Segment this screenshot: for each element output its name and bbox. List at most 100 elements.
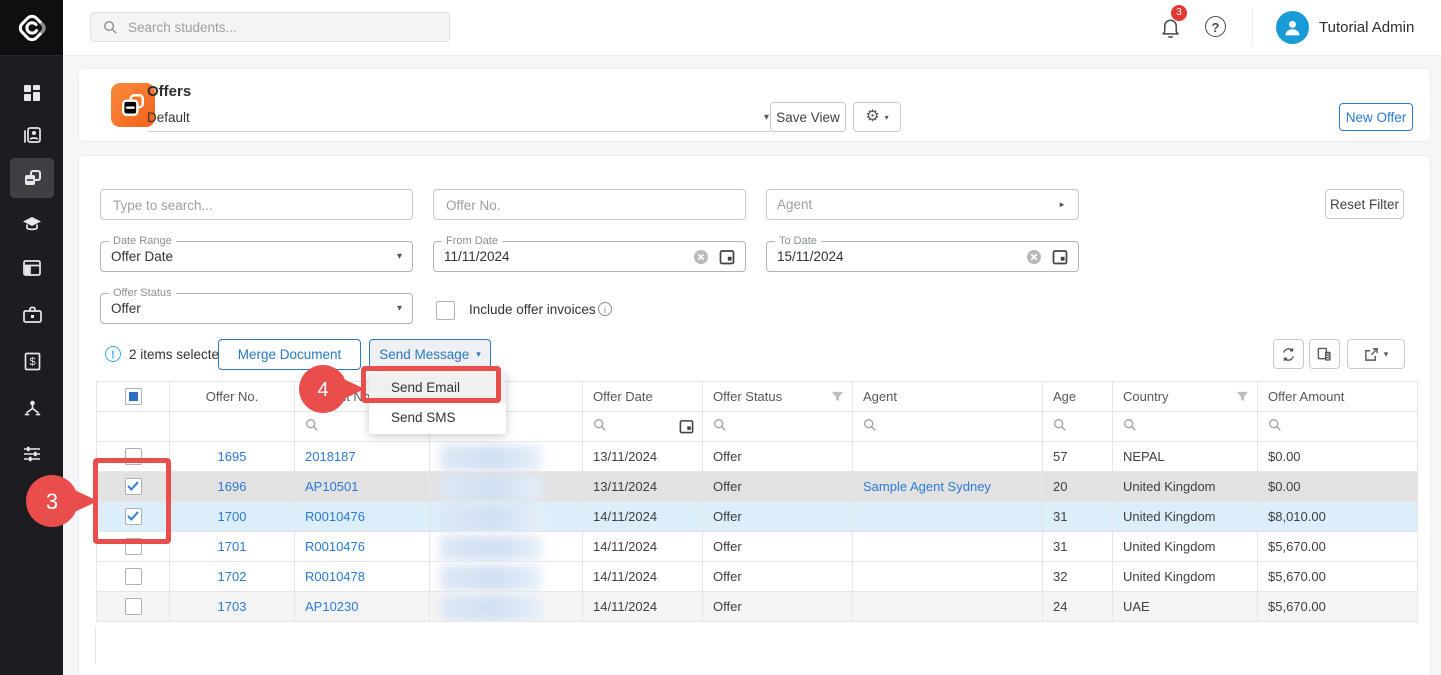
cell-age: 20 [1043,472,1113,502]
cell-age: 24 [1043,592,1113,622]
table-row[interactable]: 1702R001047814/11/2024Offer32United King… [97,562,1418,592]
cell-name [430,442,583,472]
date-range-select[interactable]: Date Range Offer Date ▾ [100,241,413,272]
row-checkbox[interactable] [125,598,142,615]
search-icon [863,418,877,432]
new-offer-button[interactable]: New Offer [1339,103,1413,131]
svg-text:3: 3 [46,489,58,514]
table-row[interactable]: 1703AP1023014/11/2024Offer24UAE$5,670.00 [97,592,1418,622]
col-header-select[interactable] [97,382,170,412]
export-button[interactable]: ▾ [1347,339,1405,369]
blurred-name [440,445,542,471]
student-search[interactable] [90,12,450,42]
student_no-link[interactable]: R0010476 [305,509,365,524]
clear-icon[interactable] [1026,249,1042,270]
filter-cell-select[interactable] [97,412,170,442]
student_no-link[interactable]: AP10230 [305,599,359,614]
network-icon [23,399,42,417]
offer-status-select[interactable]: Offer Status Offer ▾ [100,293,413,324]
offer_no-link[interactable]: 1700 [218,509,247,524]
offer_no-link[interactable]: 1695 [218,449,247,464]
cell-offer_status: Offer [703,532,853,562]
offer-no-field[interactable] [433,189,746,220]
save-view-button[interactable]: Save View [770,102,846,132]
reset-filter-button[interactable]: Reset Filter [1325,189,1404,219]
annotation-rect-checkboxes [93,458,171,544]
chevron-down-icon: ▾ [764,104,769,131]
filter-cell-offer_amount[interactable] [1258,412,1418,442]
offer_no-link[interactable]: 1703 [218,599,247,614]
offer_no-link[interactable]: 1701 [218,539,247,554]
sidebar-item-services[interactable] [10,294,54,334]
sidebar-item-education[interactable] [10,204,54,244]
student_no-link[interactable]: AP10501 [305,479,359,494]
col-header-offer_no[interactable]: Offer No. [170,382,295,412]
help-button[interactable]: ? [1205,16,1226,37]
row-checkbox[interactable] [125,568,142,585]
calendar-icon[interactable] [679,419,694,434]
sidebar-item-offers[interactable] [10,158,54,198]
sidebar-item-dashboard[interactable] [10,73,54,113]
select-all-checkbox[interactable] [125,388,142,405]
table-row[interactable]: 1701R001047614/11/2024Offer31United King… [97,532,1418,562]
to-date-field[interactable]: To Date 15/11/2024 [766,241,1079,272]
col-header-agent[interactable]: Agent [853,382,1043,412]
refresh-button[interactable] [1273,339,1304,369]
app-logo-icon[interactable] [0,0,63,56]
offer_no-link[interactable]: 1702 [218,569,247,584]
calendar-icon[interactable] [1052,249,1068,270]
view-selector-value: Default [147,110,190,125]
col-header-offer_status[interactable]: Offer Status [703,382,853,412]
sidebar-item-invoices[interactable]: $ [10,341,54,381]
filter-cell-offer_date[interactable] [583,412,703,442]
student_no-link[interactable]: 2018187 [305,449,356,464]
quick-search-input[interactable] [111,191,401,220]
column-chooser-button[interactable] [1309,339,1340,369]
sidebar-item-layout[interactable] [10,248,54,288]
offer-no-input[interactable] [444,191,734,220]
cell-student_no: R0010476 [295,502,430,532]
sidebar-item-preferences[interactable] [10,434,54,474]
chevron-down-icon: ▾ [476,349,481,360]
sidebar-item-network[interactable] [10,388,54,428]
cell-offer_no: 1696 [170,472,295,502]
search-icon [593,418,607,432]
info-icon: i [598,302,612,316]
filter-cell-age[interactable] [1043,412,1113,442]
include-invoices-checkbox[interactable] [436,301,455,320]
col-header-country[interactable]: Country [1113,382,1258,412]
quick-search-field[interactable] [100,189,413,220]
agent-link[interactable]: Sample Agent Sydney [863,479,991,494]
col-header-offer_date[interactable]: Offer Date [583,382,703,412]
filter-cell-agent[interactable] [853,412,1043,442]
filter-funnel-icon[interactable] [831,390,844,403]
filter-cell-country[interactable] [1113,412,1258,442]
table-row[interactable]: 1700R001047614/11/2024Offer31United King… [97,502,1418,532]
menu-item-send-sms[interactable]: Send SMS [369,403,506,433]
view-settings-button[interactable]: ⚙ ▾ [853,102,901,132]
filter-cell-offer_no[interactable] [170,412,295,442]
cell-country: UAE [1113,592,1258,622]
sliders-icon [23,445,41,463]
user-name[interactable]: Tutorial Admin [1319,19,1414,36]
filter-funnel-icon[interactable] [1236,390,1249,403]
col-header-offer_amount[interactable]: Offer Amount [1258,382,1418,412]
sidebar-item-contacts[interactable] [10,115,54,155]
svg-text:4: 4 [317,379,328,401]
view-selector[interactable]: Default ▾ [147,104,771,132]
table-left-border [95,627,96,664]
col-header-age[interactable]: Age [1043,382,1113,412]
from-date-field[interactable]: From Date 11/11/2024 [433,241,746,272]
avatar[interactable] [1276,11,1309,44]
clear-icon[interactable] [693,249,709,270]
cell-name [430,502,583,532]
table-row[interactable]: 1695201818713/11/2024Offer57NEPAL$0.00 [97,442,1418,472]
filter-cell-offer_status[interactable] [703,412,853,442]
offer_no-link[interactable]: 1696 [218,479,247,494]
student_no-link[interactable]: R0010476 [305,539,365,554]
table-row[interactable]: 1696AP1050113/11/2024OfferSample Agent S… [97,472,1418,502]
student_no-link[interactable]: R0010478 [305,569,365,584]
search-input[interactable] [126,19,420,36]
calendar-icon[interactable] [719,249,735,270]
agent-select[interactable]: Agent ► [766,189,1079,220]
